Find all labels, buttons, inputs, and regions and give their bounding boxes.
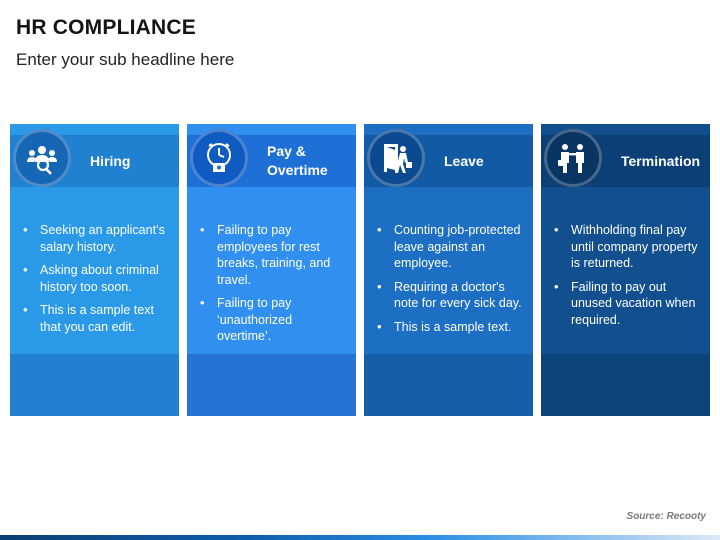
card-base bbox=[364, 354, 533, 416]
list-item: Withholding final pay until company prop… bbox=[551, 222, 701, 272]
footer-bar bbox=[0, 535, 720, 540]
list-item: Requiring a doctor's note for every sick… bbox=[374, 279, 524, 312]
team-search-icon bbox=[13, 129, 71, 187]
card-title: Termination bbox=[621, 152, 701, 169]
page-title: HR COMPLIANCE bbox=[16, 16, 196, 39]
card-termination: Termination Withholding final pay until … bbox=[541, 124, 710, 416]
exit-door-icon bbox=[367, 129, 425, 187]
card-pay-overtime: Pay & Overtime Failing to pay employees … bbox=[187, 124, 356, 416]
card-bullet-list: Counting job-protected leave against an … bbox=[374, 222, 524, 342]
card-header: Hiring bbox=[10, 129, 179, 190]
card-title: Hiring bbox=[90, 152, 131, 169]
card-hiring: Hiring Seeking an applicant’s salary his… bbox=[10, 124, 179, 416]
list-item: This is a sample text. bbox=[374, 319, 524, 336]
overtime-clock-icon bbox=[190, 129, 248, 187]
page-subtitle: Enter your sub headline here bbox=[16, 50, 235, 69]
card-base bbox=[187, 354, 356, 416]
source-note: Source: Recooty bbox=[626, 511, 706, 522]
card-header: Pay & Overtime bbox=[187, 129, 356, 190]
card-bullet-list: Failing to pay employees for rest breaks… bbox=[197, 222, 347, 352]
card-header: Termination bbox=[541, 129, 710, 190]
card-bullet-list: Seeking an applicant’s salary history. A… bbox=[20, 222, 170, 342]
list-item: Failing to pay out unused vacation when … bbox=[551, 279, 701, 329]
card-base bbox=[10, 354, 179, 416]
list-item: Counting job-protected leave against an … bbox=[374, 222, 524, 272]
list-item: Asking about criminal history too soon. bbox=[20, 262, 170, 295]
list-item: Seeking an applicant’s salary history. bbox=[20, 222, 170, 255]
card-base bbox=[541, 354, 710, 416]
list-item: Failing to pay ‘unauthorized overtime’. bbox=[197, 295, 347, 345]
card-title: Pay & Overtime bbox=[267, 143, 328, 178]
list-item: Failing to pay employees for rest breaks… bbox=[197, 222, 347, 288]
card-title: Leave bbox=[444, 152, 484, 169]
card-leave: Leave Counting job-protected leave again… bbox=[364, 124, 533, 416]
dismissal-icon bbox=[544, 129, 602, 187]
list-item: This is a sample text that you can edit. bbox=[20, 302, 170, 335]
card-header: Leave bbox=[364, 129, 533, 190]
card-bullet-list: Withholding final pay until company prop… bbox=[551, 222, 701, 335]
